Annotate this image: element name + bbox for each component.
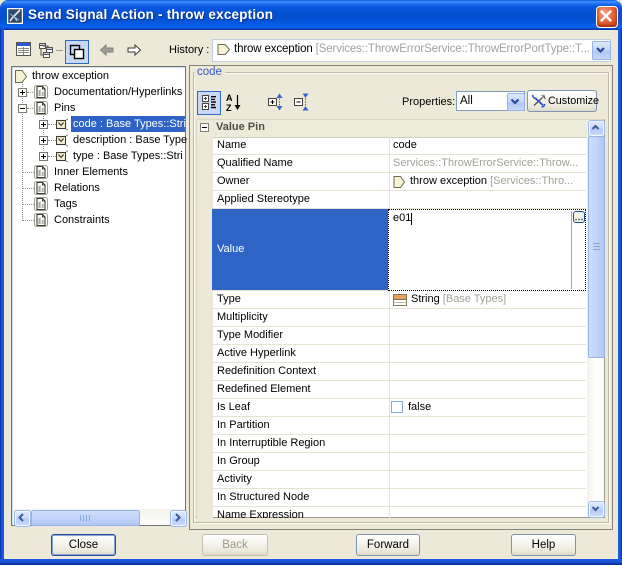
svg-text:A: A — [226, 93, 233, 103]
svg-text:Z: Z — [226, 103, 232, 113]
